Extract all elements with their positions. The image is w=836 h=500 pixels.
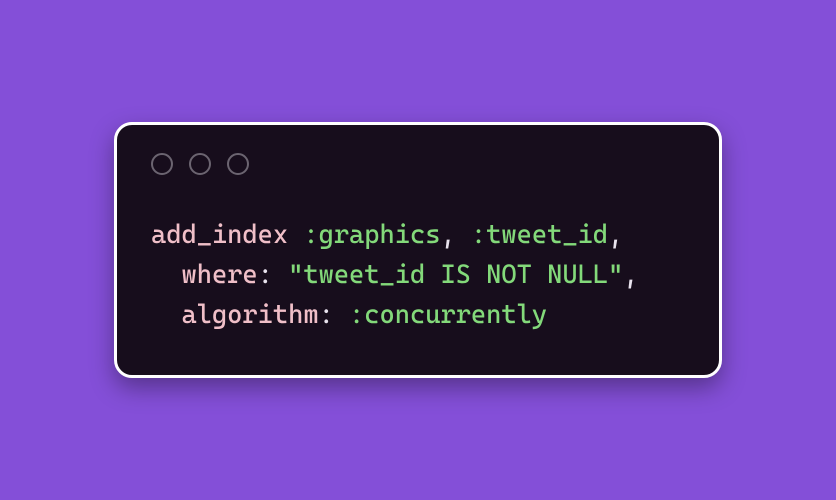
code-space — [288, 220, 303, 250]
window-traffic-lights — [151, 153, 685, 175]
code-block: add_index :graphics, :tweet_id, where: "… — [151, 215, 685, 336]
code-space — [456, 220, 471, 250]
code-indent — [151, 260, 181, 290]
code-symbol-colon: : — [349, 300, 364, 330]
code-method: add_index — [151, 220, 288, 250]
code-comma: , — [623, 260, 638, 290]
code-symbol-colon: : — [303, 220, 318, 250]
code-indent — [151, 300, 181, 330]
code-symbol-colon: : — [471, 220, 486, 250]
code-string: "tweet_id IS NOT NULL" — [288, 260, 623, 290]
code-symbol: graphics — [319, 220, 441, 250]
code-space — [334, 300, 349, 330]
code-key: algorithm — [181, 300, 318, 330]
code-symbol: concurrently — [364, 300, 547, 330]
code-comma: , — [608, 220, 623, 250]
code-key-colon: : — [258, 260, 273, 290]
code-space — [273, 260, 288, 290]
code-symbol: tweet_id — [486, 220, 608, 250]
code-key: where — [181, 260, 257, 290]
code-key-colon: : — [319, 300, 334, 330]
window-dot-minimize-icon — [189, 153, 211, 175]
code-window: add_index :graphics, :tweet_id, where: "… — [114, 122, 722, 379]
window-dot-close-icon — [151, 153, 173, 175]
code-comma: , — [440, 220, 455, 250]
window-dot-zoom-icon — [227, 153, 249, 175]
